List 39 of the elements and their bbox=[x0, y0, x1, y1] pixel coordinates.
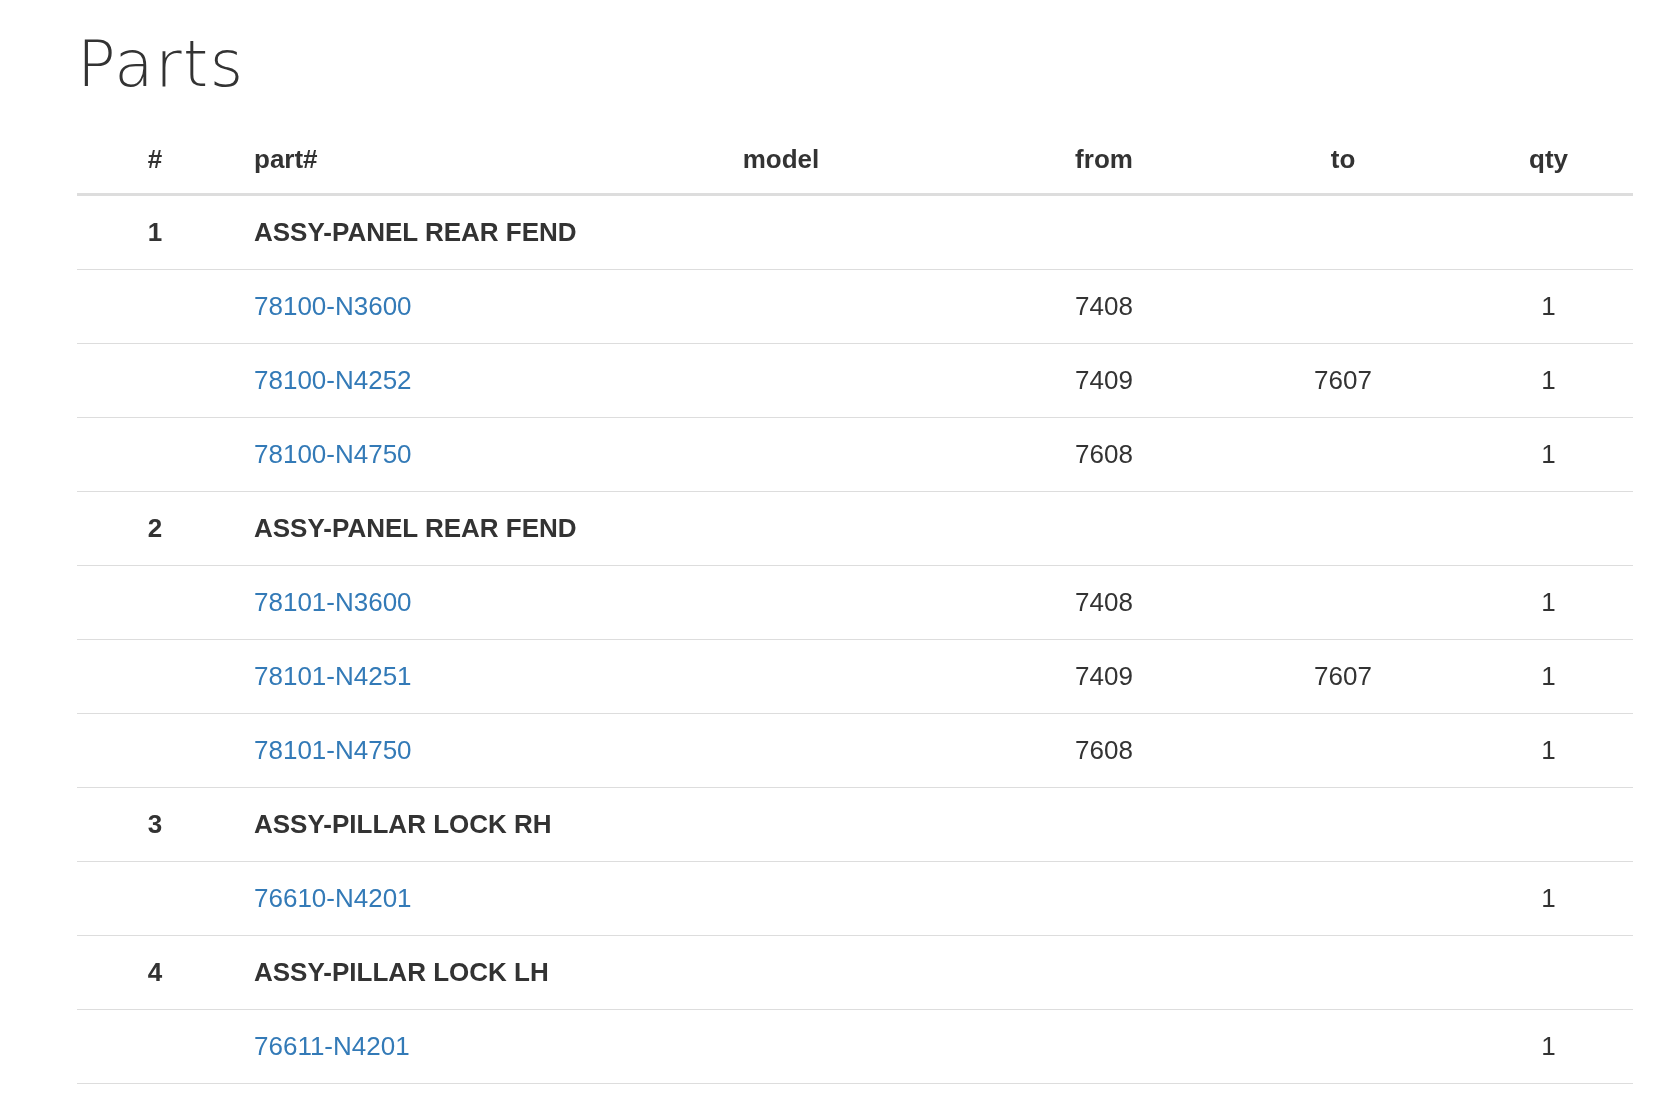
item-number: 1 bbox=[147, 217, 163, 247]
column-header: model bbox=[742, 144, 820, 174]
from-value: 7409 bbox=[1075, 661, 1133, 691]
item-number: 4 bbox=[147, 957, 163, 987]
quantity-value: 1 bbox=[1541, 365, 1556, 395]
from-value: 7608 bbox=[1075, 735, 1133, 765]
quantity-value: 1 bbox=[1541, 587, 1556, 617]
item-number: 3 bbox=[147, 809, 163, 839]
part-number-link[interactable]: 78101-N3600 bbox=[254, 587, 412, 617]
column-header: part# bbox=[254, 144, 318, 174]
part-number-link[interactable]: 76610-N4201 bbox=[254, 883, 412, 913]
part-number-link[interactable]: 78100-N3600 bbox=[254, 291, 412, 321]
column-header: to bbox=[1330, 144, 1356, 174]
column-header: from bbox=[1075, 144, 1133, 174]
item-number: 2 bbox=[147, 513, 163, 543]
to-value: 7607 bbox=[1314, 661, 1372, 691]
quantity-value: 1 bbox=[1541, 735, 1556, 765]
assembly-name: ASSY-PILLAR LOCK RH bbox=[254, 809, 552, 839]
page-title: Parts bbox=[77, 28, 246, 100]
to-value: 7607 bbox=[1314, 365, 1372, 395]
from-value: 7608 bbox=[1075, 439, 1133, 469]
quantity-value: 1 bbox=[1541, 883, 1556, 913]
part-number-link[interactable]: 78100-N4750 bbox=[254, 439, 412, 469]
part-number-link[interactable]: 76611-N4201 bbox=[254, 1031, 410, 1061]
from-value: 7408 bbox=[1075, 291, 1133, 321]
part-number-link[interactable]: 78100-N4252 bbox=[254, 365, 412, 395]
assembly-name: ASSY-PILLAR LOCK LH bbox=[254, 957, 549, 987]
quantity-value: 1 bbox=[1541, 1031, 1556, 1061]
part-number-link[interactable]: 78101-N4251 bbox=[254, 661, 412, 691]
quantity-value: 1 bbox=[1541, 661, 1556, 691]
column-header: qty bbox=[1529, 144, 1568, 174]
from-value: 7409 bbox=[1075, 365, 1133, 395]
assembly-name: ASSY-PANEL REAR FEND bbox=[254, 217, 577, 247]
quantity-value: 1 bbox=[1541, 291, 1556, 321]
from-value: 7408 bbox=[1075, 587, 1133, 617]
assembly-name: ASSY-PANEL REAR FEND bbox=[254, 513, 577, 543]
part-number-link[interactable]: 78101-N4750 bbox=[254, 735, 412, 765]
quantity-value: 1 bbox=[1541, 439, 1556, 469]
column-header: # bbox=[147, 144, 163, 174]
